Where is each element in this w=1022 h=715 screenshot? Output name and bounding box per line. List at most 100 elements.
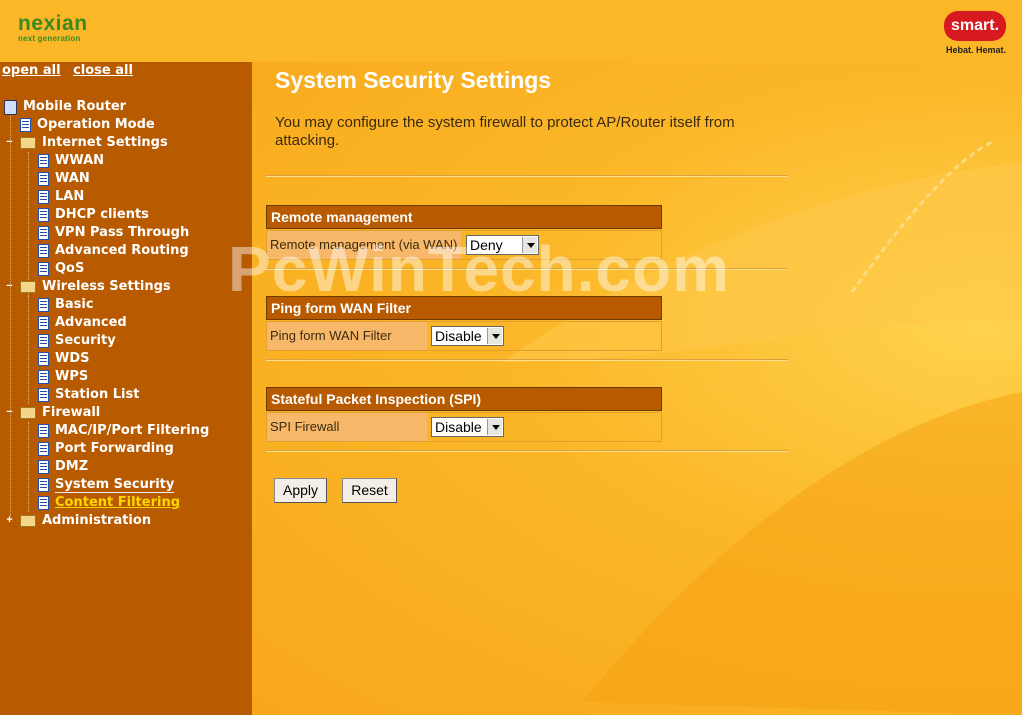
nav-label: System Security <box>55 477 175 493</box>
reset-button[interactable]: Reset <box>342 478 397 503</box>
page-icon <box>38 190 49 204</box>
tree-guide-line <box>28 422 29 512</box>
page-icon <box>38 478 49 492</box>
watermark-text: PcWinTech.com <box>228 233 730 305</box>
divider <box>266 450 788 452</box>
nav-security[interactable]: Security <box>38 332 116 350</box>
nav-advanced[interactable]: Advanced <box>38 314 127 332</box>
page-icon <box>38 244 49 258</box>
nav-label: WPS <box>55 369 89 384</box>
open-all-link[interactable]: open all <box>2 63 61 78</box>
page-icon <box>38 334 49 348</box>
nav-internet-settings[interactable]: Internet Settings <box>20 134 168 152</box>
nexian-logo: nexian next generation <box>18 12 88 43</box>
page-icon <box>38 208 49 222</box>
nav-label: QoS <box>55 261 85 276</box>
page-icon <box>38 316 49 330</box>
nav-station-list[interactable]: Station List <box>38 386 139 404</box>
page-icon <box>38 172 49 186</box>
folder-icon <box>20 407 36 419</box>
tree-controls: open all close all <box>2 63 141 78</box>
nav-system-security[interactable]: System Security <box>38 476 175 494</box>
page-icon <box>38 352 49 366</box>
nav-label: DHCP clients <box>55 207 149 222</box>
page-title: System Security Settings <box>275 67 552 93</box>
page-icon <box>38 442 49 456</box>
nav-label: Operation Mode <box>37 117 155 132</box>
sidebar: open all close all Mobile Router Operati… <box>0 62 252 715</box>
nav-label: Port Forwarding <box>55 441 174 456</box>
nav-label: LAN <box>55 189 85 204</box>
page-icon <box>38 226 49 240</box>
page-icon <box>38 496 49 510</box>
page-icon <box>20 118 31 132</box>
ping-filter-select[interactable]: Disable <box>431 326 504 346</box>
smart-logo: smart. Hebat. Hemat. <box>942 9 1010 59</box>
nexian-logo-tagline: next generation <box>18 34 81 43</box>
nav-label: Station List <box>55 387 140 402</box>
nav-label: Firewall <box>42 405 101 420</box>
tree-root[interactable]: Mobile Router <box>4 98 126 116</box>
nav-basic[interactable]: Basic <box>38 296 94 314</box>
nav-firewall[interactable]: Firewall <box>20 404 100 422</box>
nav-port-forwarding[interactable]: Port Forwarding <box>38 440 174 458</box>
nav-label: Security <box>55 333 116 348</box>
close-all-link[interactable]: close all <box>73 63 133 78</box>
spi-firewall-select[interactable]: Disable <box>431 417 504 437</box>
collapse-icon[interactable]: − <box>5 407 14 418</box>
page-icon <box>38 370 49 384</box>
page-icon <box>38 154 49 168</box>
page-icon <box>38 298 49 312</box>
smart-logo-badge: smart. <box>944 11 1006 41</box>
tree-guide-line <box>28 296 29 404</box>
page-icon <box>38 460 49 474</box>
router-icon <box>4 99 17 115</box>
remote-management-header: Remote management <box>266 205 662 229</box>
page-icon <box>38 424 49 438</box>
page-description: You may configure the system firewall to… <box>275 114 735 149</box>
tree-guide-line <box>10 116 11 516</box>
nav-wan[interactable]: WAN <box>38 170 90 188</box>
nav-content-filtering[interactable]: Content Filtering <box>38 494 180 512</box>
chevron-down-icon <box>487 419 502 435</box>
tree-guide-line <box>28 152 29 296</box>
nav-mac-ip-port-filtering[interactable]: MAC/IP/Port Filtering <box>38 422 209 440</box>
tree-root-label: Mobile Router <box>23 99 127 114</box>
page-icon <box>38 388 49 402</box>
expand-icon[interactable]: + <box>5 515 14 526</box>
spi-header: Stateful Packet Inspection (SPI) <box>266 387 662 411</box>
divider <box>266 359 788 361</box>
nav-qos[interactable]: QoS <box>38 260 84 278</box>
nav-operation-mode[interactable]: Operation Mode <box>20 116 155 134</box>
nav-administration[interactable]: Administration <box>20 512 151 530</box>
nav-label: Administration <box>42 513 152 528</box>
page-icon <box>38 262 49 276</box>
collapse-icon[interactable]: − <box>5 281 14 292</box>
chevron-down-icon <box>487 328 502 344</box>
spi-firewall-value: Disable <box>435 419 482 435</box>
nav-vpn-pass-through[interactable]: VPN Pass Through <box>38 224 189 242</box>
nav-label: DMZ <box>55 459 89 474</box>
smart-logo-tagline: Hebat. Hemat. <box>946 45 1007 55</box>
spi-firewall-row: SPI Firewall Disable <box>266 412 662 442</box>
nav-wds[interactable]: WDS <box>38 350 90 368</box>
collapse-icon[interactable]: − <box>5 137 14 148</box>
nav-wireless-settings[interactable]: Wireless Settings <box>20 278 171 296</box>
nav-label: WWAN <box>55 153 105 168</box>
nav-dhcp-clients[interactable]: DHCP clients <box>38 206 149 224</box>
ping-filter-row: Ping form WAN Filter Disable <box>266 321 662 351</box>
nav-label: MAC/IP/Port Filtering <box>55 423 210 438</box>
folder-icon <box>20 281 36 293</box>
nav-dmz[interactable]: DMZ <box>38 458 88 476</box>
nav-advanced-routing[interactable]: Advanced Routing <box>38 242 189 260</box>
nav-label: Content Filtering <box>55 495 181 510</box>
divider <box>266 175 788 177</box>
nav-label: VPN Pass Through <box>55 225 190 240</box>
nav-wwan[interactable]: WWAN <box>38 152 104 170</box>
apply-button[interactable]: Apply <box>274 478 327 503</box>
nav-label: Advanced Routing <box>55 243 189 258</box>
nav-wps[interactable]: WPS <box>38 368 88 386</box>
nav-lan[interactable]: LAN <box>38 188 84 206</box>
nexian-logo-text: nexian <box>18 12 88 35</box>
header-bar: nexian next generation smart. Hebat. Hem… <box>0 0 1022 62</box>
